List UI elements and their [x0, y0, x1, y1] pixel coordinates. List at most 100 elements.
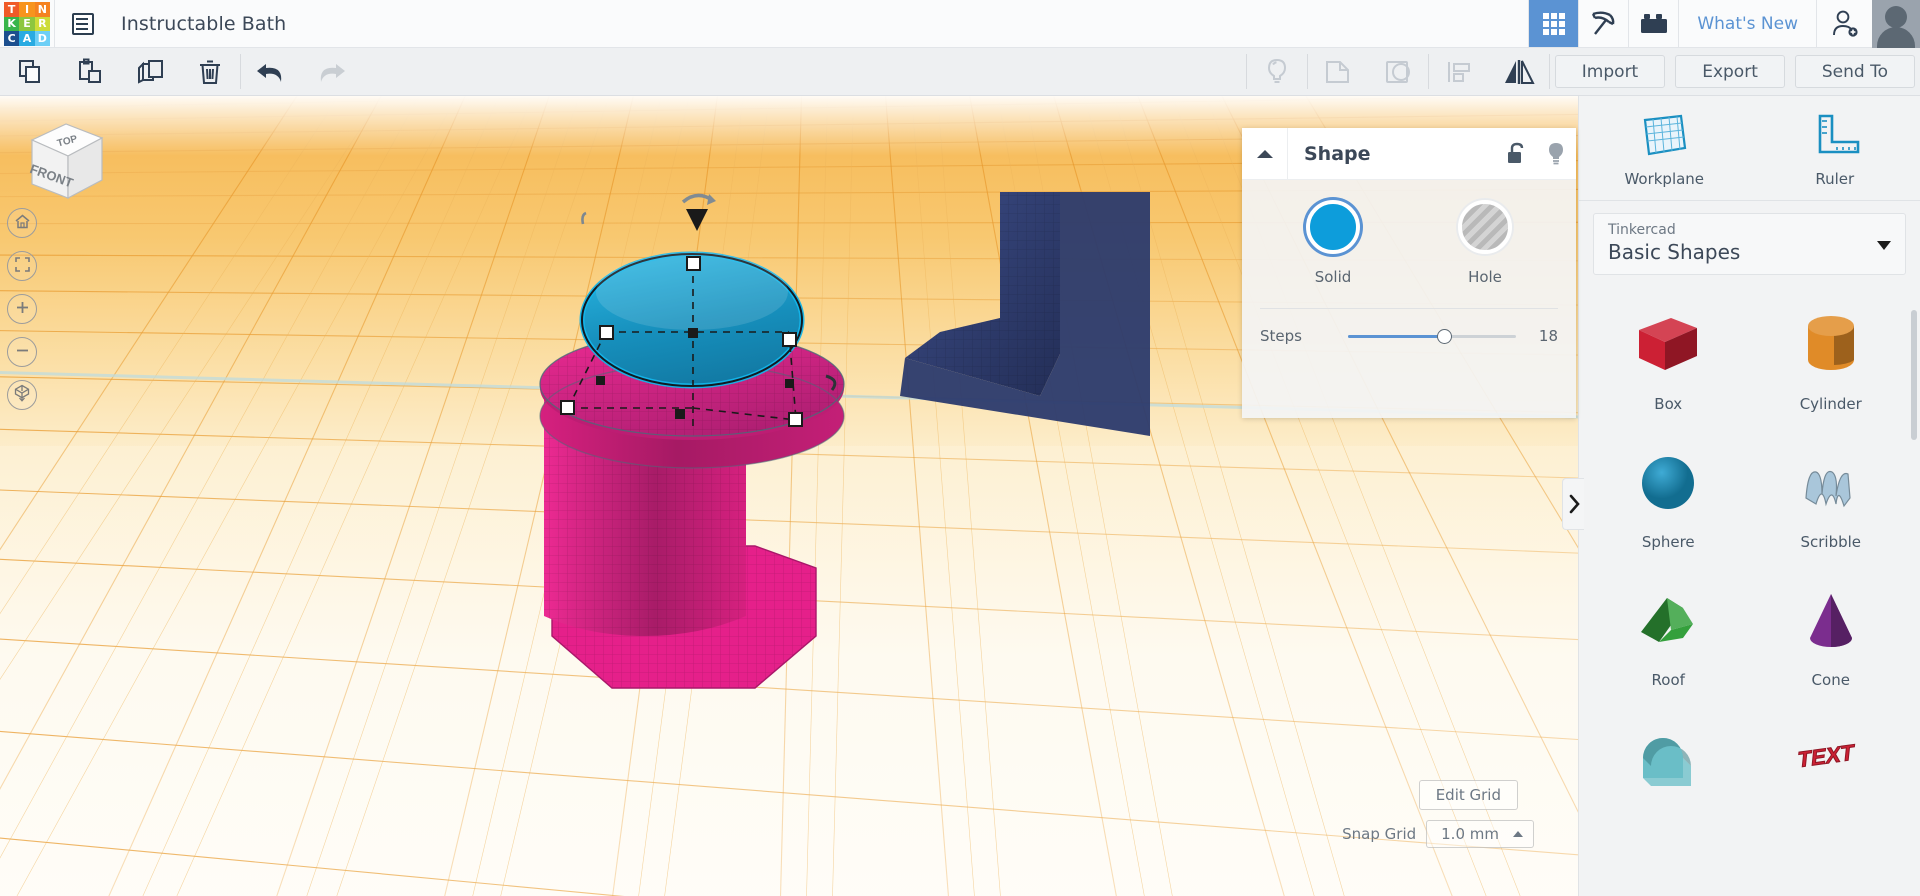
- import-button[interactable]: Import: [1554, 55, 1666, 88]
- fit-to-view-button[interactable]: [7, 251, 37, 281]
- steps-slider[interactable]: [1348, 327, 1516, 345]
- collapse-sidebar-button[interactable]: [1562, 478, 1584, 530]
- group-button[interactable]: [1308, 48, 1368, 95]
- shape-scribble-thumbnail: [1750, 437, 1913, 529]
- scale-handle-top: [686, 256, 701, 271]
- shape-round-roof-thumbnail: [1587, 713, 1750, 805]
- scale-handle-front-right: [788, 412, 803, 427]
- shape-box-label: Box: [1654, 395, 1683, 413]
- edit-grid-button[interactable]: Edit Grid: [1418, 780, 1518, 810]
- svg-text:TEXT: TEXT: [1796, 740, 1855, 773]
- add-collaborator-button[interactable]: [1816, 0, 1872, 47]
- logo-tile-d: D: [34, 31, 50, 46]
- tinkercad-logo[interactable]: TINKERCAD: [0, 0, 54, 48]
- edge-handle-c: [675, 409, 685, 419]
- header-tool-minecraft[interactable]: [1578, 0, 1628, 47]
- view-projection-button[interactable]: [7, 380, 37, 410]
- shape-cone-thumbnail: [1750, 575, 1913, 667]
- toolbar-actions: Import Export Send To: [1550, 48, 1920, 95]
- paste-button[interactable]: [60, 48, 120, 95]
- mirror-button[interactable]: [1489, 48, 1549, 95]
- documents-list-button[interactable]: [55, 0, 111, 47]
- undo-arrow-icon: [257, 63, 282, 82]
- page-title: Instructable Bath: [121, 12, 287, 35]
- view-cube[interactable]: TOP FRONT: [22, 114, 110, 206]
- home-view-button[interactable]: [7, 208, 37, 238]
- shape-box[interactable]: Box: [1587, 285, 1750, 423]
- shape-roof[interactable]: Roof: [1587, 561, 1750, 699]
- hole-mode[interactable]: Hole: [1439, 200, 1531, 286]
- library-selector[interactable]: Tinkercad Basic Shapes: [1593, 213, 1906, 275]
- header-tool-blocks[interactable]: [1628, 0, 1678, 47]
- whats-new-link[interactable]: What's New: [1678, 0, 1816, 47]
- gallery-scrollbar[interactable]: [1911, 310, 1917, 440]
- header-spacer: [286, 0, 1528, 47]
- chevron-down-icon: [1877, 241, 1891, 250]
- export-button[interactable]: Export: [1675, 55, 1785, 88]
- shape-sphere-label: Sphere: [1641, 533, 1695, 551]
- chevron-right-icon: [1569, 494, 1580, 514]
- ruler-tool[interactable]: Ruler: [1750, 96, 1920, 200]
- shape-panel-header: Shape: [1242, 127, 1576, 180]
- align-button[interactable]: [1429, 48, 1489, 95]
- shape-round-roof[interactable]: [1587, 699, 1750, 819]
- shape-text[interactable]: TEXT: [1750, 699, 1913, 819]
- rotate-handle-left[interactable]: [581, 211, 587, 225]
- rotate-handle-top[interactable]: [681, 193, 716, 231]
- logo-tile-r: R: [34, 16, 50, 32]
- undo-button[interactable]: [241, 48, 301, 95]
- workplane-tool[interactable]: Workplane: [1579, 96, 1750, 200]
- shape-gallery[interactable]: Box Cylinder Sphere Scribble Roof Cone TEXT: [1579, 285, 1920, 896]
- hole-mode-swatch: [1458, 200, 1512, 254]
- workplane-tool-label: Workplane: [1624, 170, 1705, 188]
- shape-inspector-panel: Shape Solid Hole Steps 18: [1242, 127, 1576, 418]
- steps-slider-knob[interactable]: [1436, 329, 1452, 344]
- scale-handle-left: [599, 325, 614, 340]
- avatar[interactable]: [1872, 0, 1920, 48]
- shape-visibility-button[interactable]: [1536, 141, 1576, 167]
- shape-cone[interactable]: Cone: [1750, 561, 1913, 699]
- zoom-out-button[interactable]: [7, 337, 37, 367]
- shape-panel-collapse-button[interactable]: [1242, 127, 1288, 180]
- steps-slider-fill: [1348, 335, 1444, 338]
- logo-tile-a: A: [19, 31, 35, 46]
- duplicate-button[interactable]: [120, 48, 180, 95]
- shape-cylinder-thumbnail: [1750, 299, 1913, 391]
- delete-button[interactable]: [180, 48, 240, 95]
- align-icon: [1447, 61, 1470, 82]
- shape-cylinder[interactable]: Cylinder: [1750, 285, 1913, 423]
- 3d-designs-grid-icon: [1542, 12, 1565, 35]
- ungroup-shapes-icon: [1385, 60, 1410, 83]
- snap-grid-select[interactable]: 1.0 mm: [1426, 820, 1534, 848]
- redo-button[interactable]: [301, 48, 361, 95]
- solid-mode[interactable]: Solid: [1287, 200, 1379, 286]
- triangle-up-icon: [1256, 149, 1273, 158]
- shape-roof-thumbnail: [1587, 575, 1750, 667]
- ungroup-button[interactable]: [1368, 48, 1428, 95]
- edge-handle-a: [596, 376, 605, 385]
- send-to-button[interactable]: Send To: [1794, 55, 1915, 88]
- minus-icon: [14, 342, 31, 363]
- copy-button[interactable]: [0, 48, 60, 95]
- shape-scribble[interactable]: Scribble: [1750, 423, 1913, 561]
- steps-label: Steps: [1260, 327, 1302, 345]
- caret-up-icon: [1513, 831, 1523, 837]
- shape-lock-button[interactable]: [1496, 142, 1536, 166]
- background-shape[interactable]: [900, 192, 1150, 436]
- shape-cylinder-label: Cylinder: [1799, 395, 1862, 413]
- library-selector-wrap: Tinkercad Basic Shapes: [1579, 201, 1920, 285]
- shape-sphere[interactable]: Sphere: [1587, 423, 1750, 561]
- header-tool-3d-designs[interactable]: [1528, 0, 1579, 47]
- selected-sphere[interactable]: [579, 251, 805, 389]
- fit-frame-icon: [14, 256, 31, 277]
- zoom-in-button[interactable]: [7, 294, 37, 324]
- group-shapes-icon: [1325, 60, 1349, 83]
- shape-sphere-thumbnail: [1587, 437, 1750, 529]
- hide-button[interactable]: [1247, 48, 1307, 95]
- copy-icon: [19, 59, 40, 83]
- shape-cone-label: Cone: [1811, 671, 1850, 689]
- logo-tile-n: N: [34, 2, 50, 17]
- hole-mode-label: Hole: [1468, 268, 1502, 286]
- shape-text-thumbnail: TEXT: [1750, 713, 1913, 805]
- add-person-icon: [1832, 10, 1858, 37]
